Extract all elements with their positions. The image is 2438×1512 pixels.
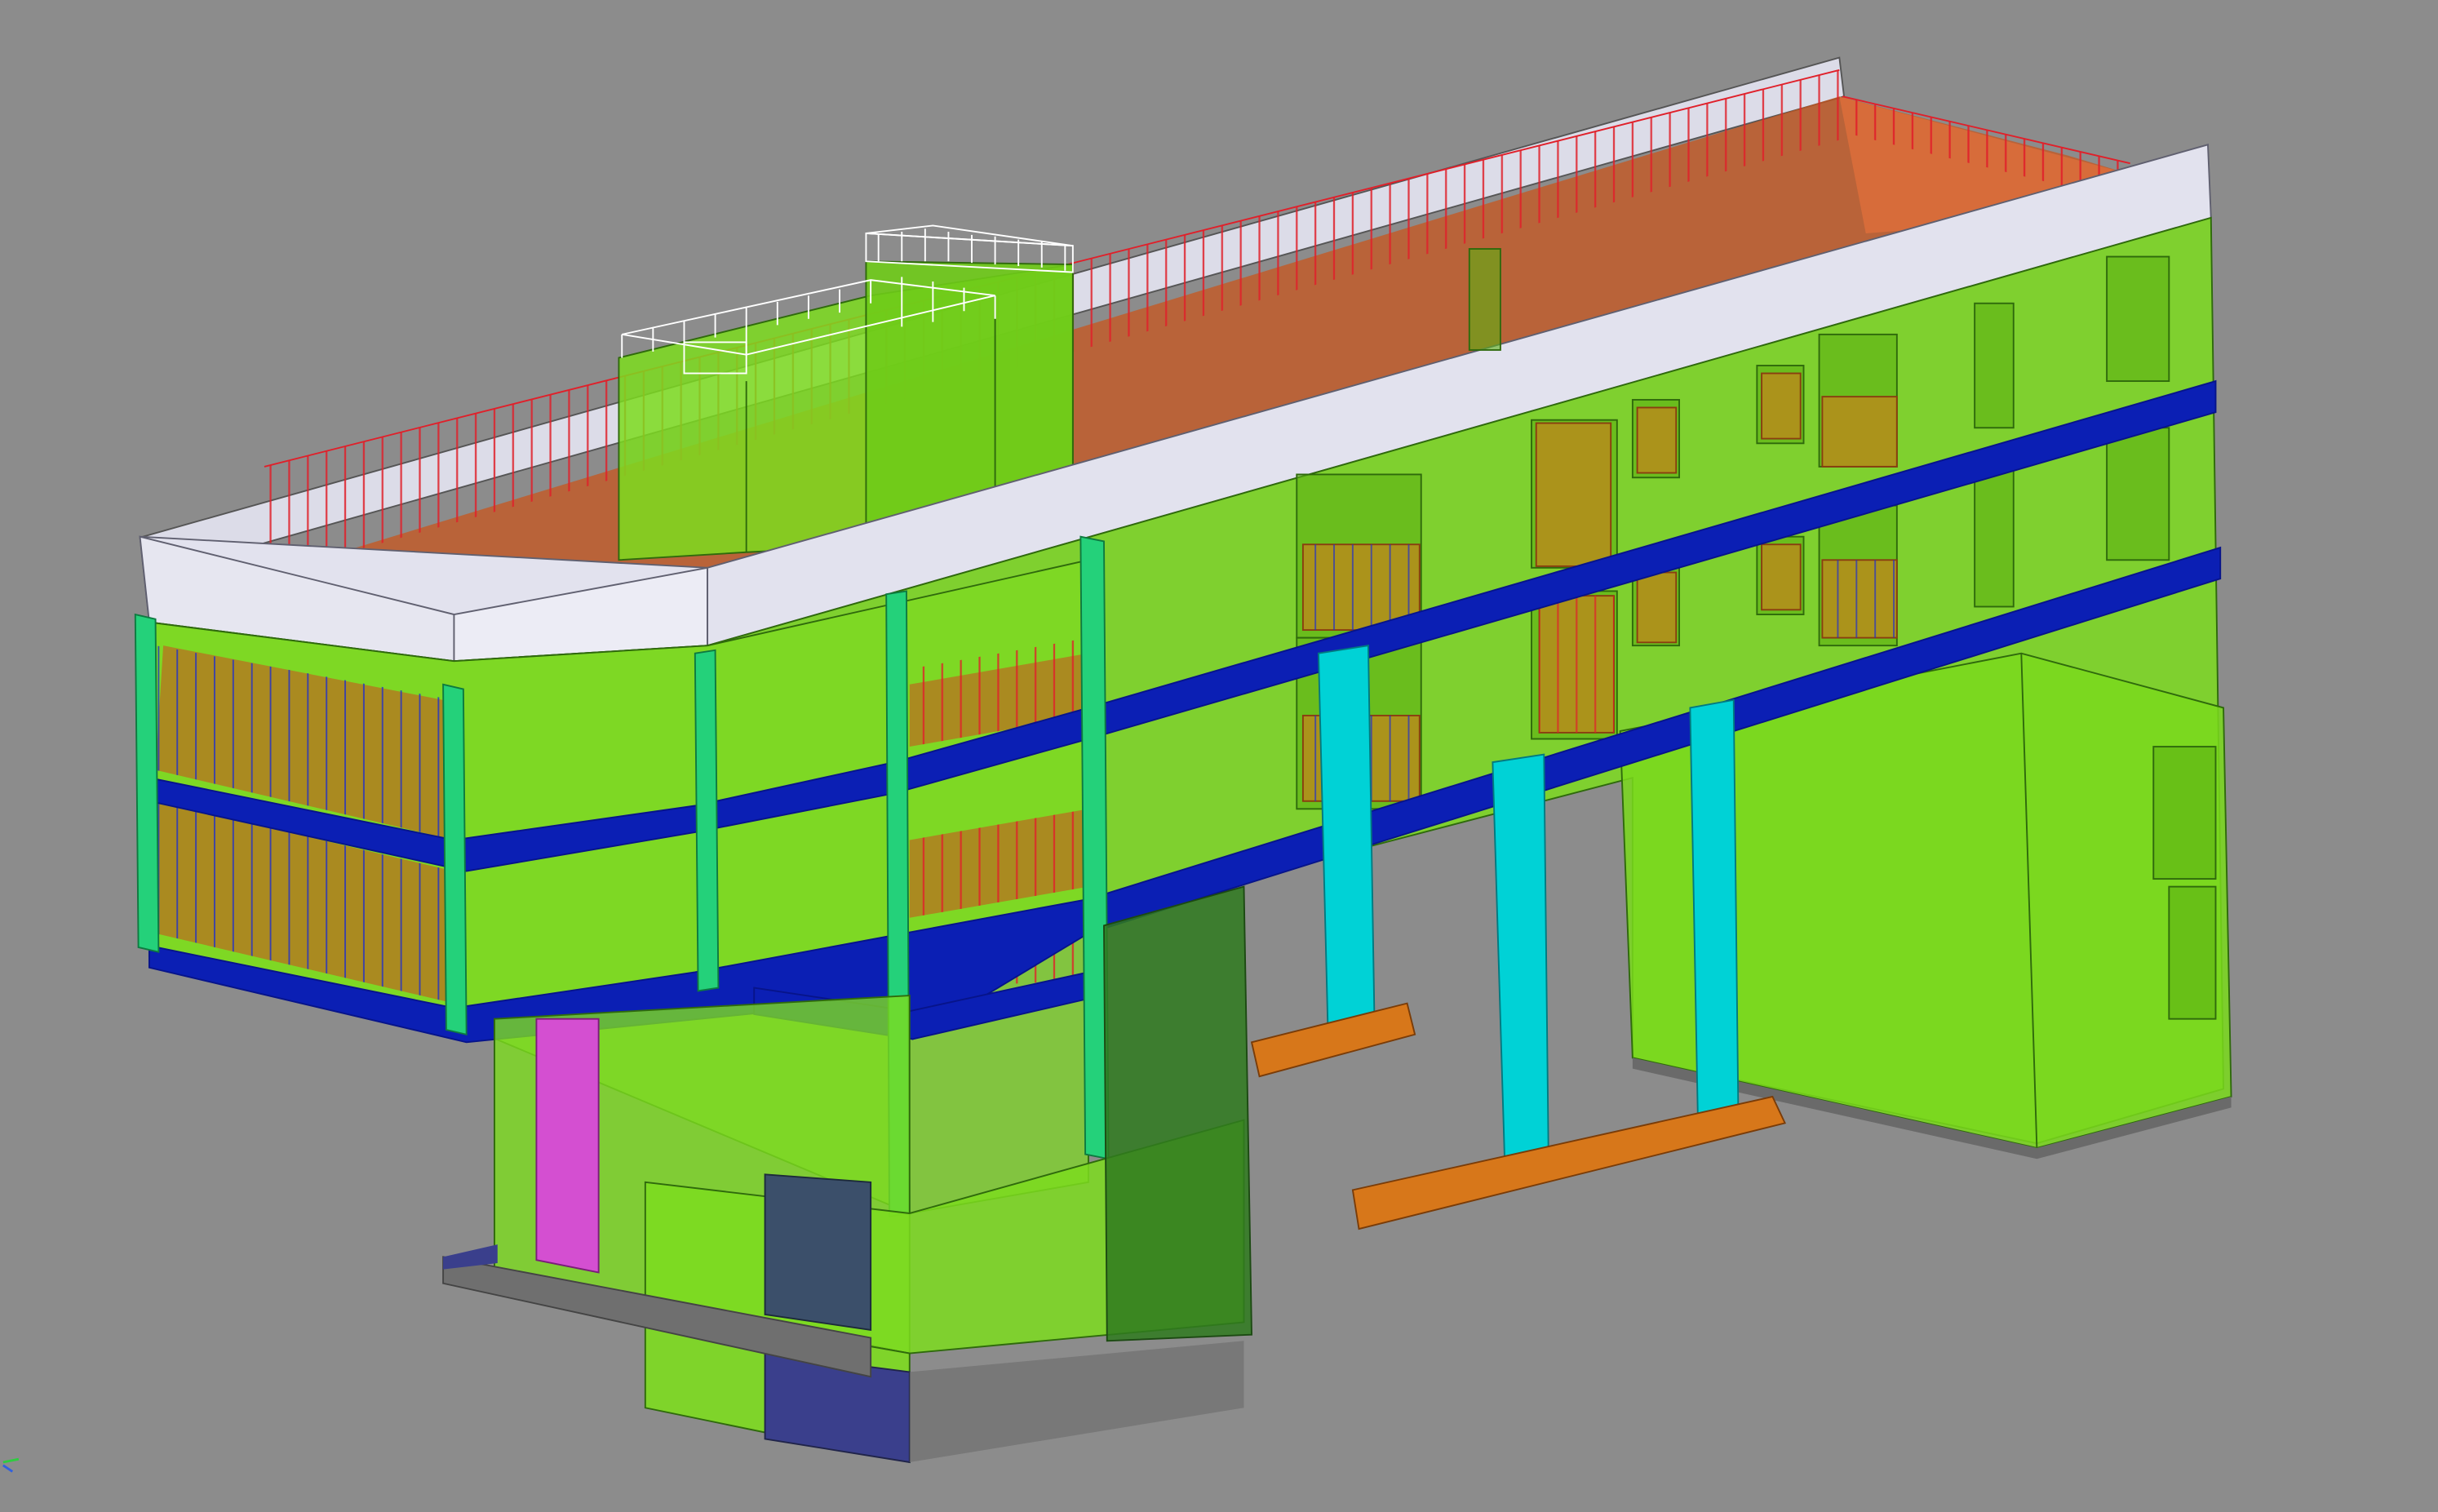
entrance-door [535, 1018, 600, 1274]
building-model-canvas[interactable] [0, 0, 2438, 1512]
axis-gizmo-icon [2, 1457, 20, 1473]
stair-shaft [764, 1173, 872, 1332]
3d-model-viewport[interactable] [0, 0, 2438, 1512]
